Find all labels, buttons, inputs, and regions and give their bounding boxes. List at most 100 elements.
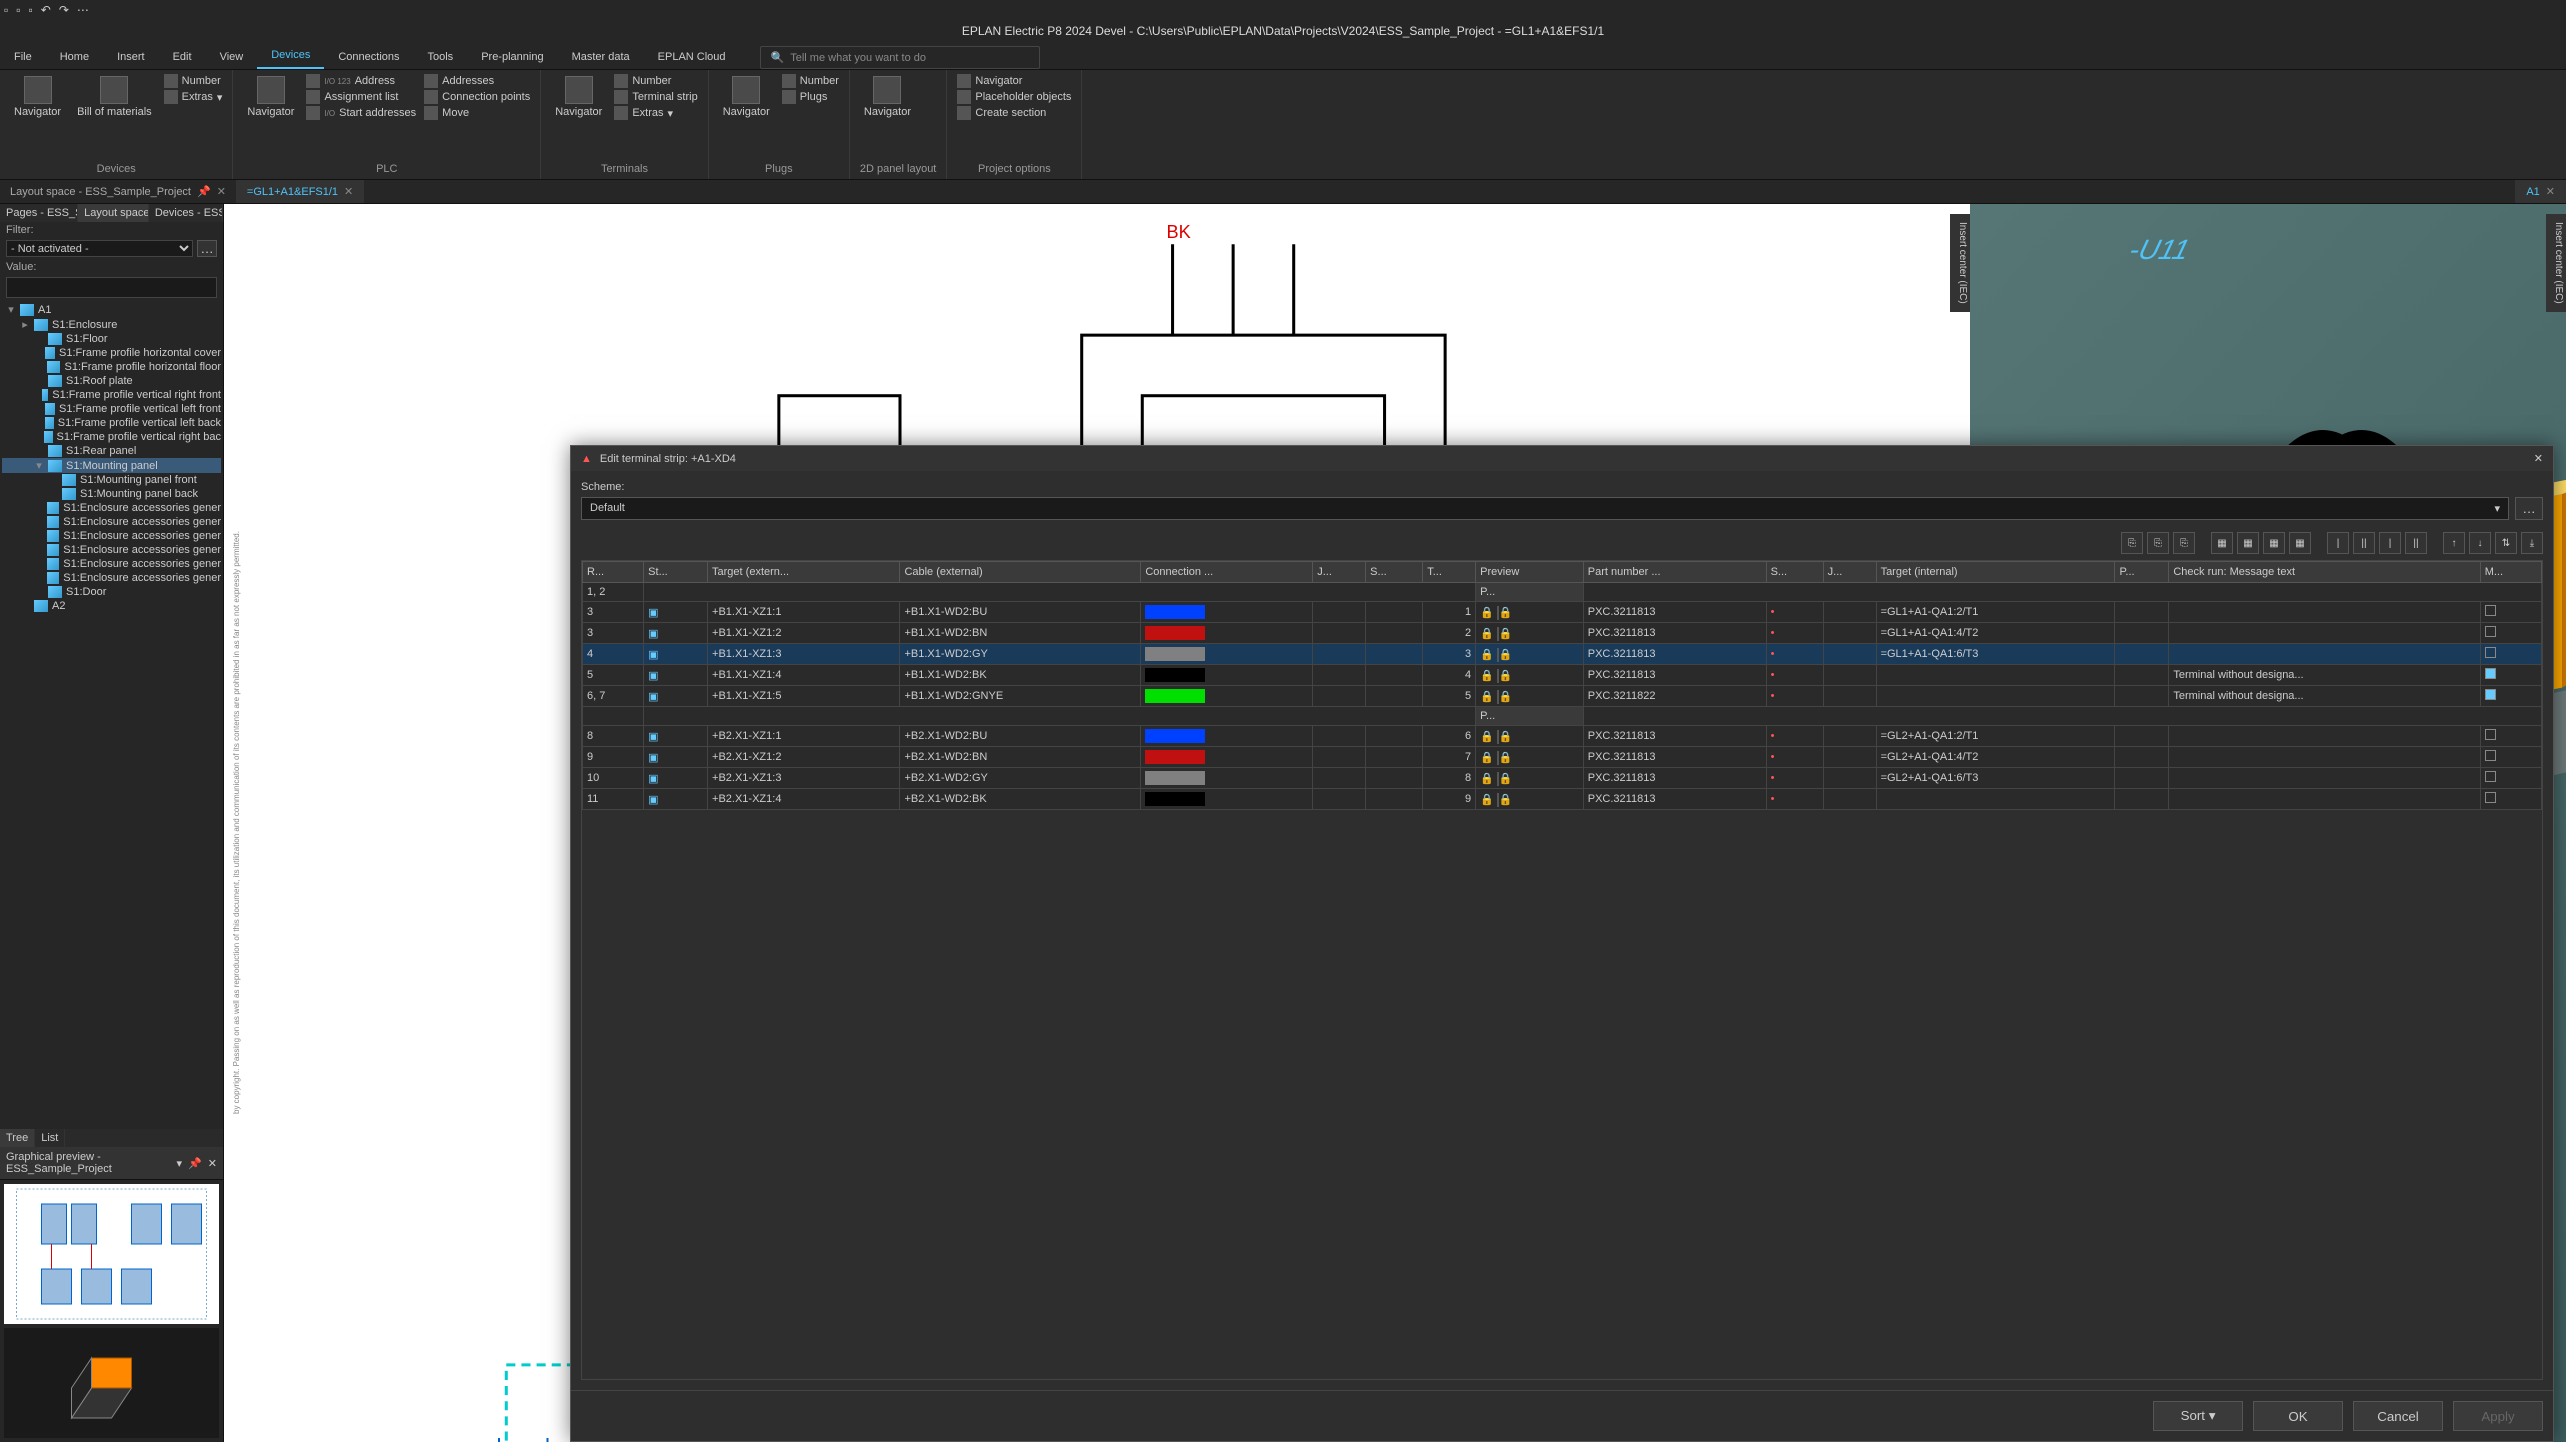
menu-tab-connections[interactable]: Connections [324, 45, 413, 69]
tree-item[interactable]: S1:Enclosure accessories gener [2, 501, 221, 515]
close-icon[interactable]: ✕ [208, 1157, 217, 1170]
menu-tab-pre-planning[interactable]: Pre-planning [467, 45, 557, 69]
scheme-more-button[interactable]: … [2515, 497, 2543, 520]
menu-tab-tools[interactable]: Tools [414, 45, 468, 69]
menu-tab-home[interactable]: Home [46, 45, 103, 69]
tree-item[interactable]: S1:Roof plate [2, 374, 221, 388]
doc-tab-schematic[interactable]: =GL1+A1&EFS1/1 ✕ [237, 180, 364, 203]
tree-item[interactable]: S1:Frame profile horizontal cover [2, 346, 221, 360]
column-header[interactable]: Connection ... [1141, 562, 1313, 583]
apply-button[interactable]: Apply [2453, 1401, 2543, 1431]
toolbar-button[interactable]: ▦ [2289, 532, 2311, 554]
ribbon-start-addresses-button[interactable]: I/O Start addresses [306, 106, 416, 120]
toolbar-button[interactable]: | [2379, 532, 2401, 554]
menu-tab-devices[interactable]: Devices [257, 43, 324, 69]
cancel-button[interactable]: Cancel [2353, 1401, 2443, 1431]
column-header[interactable]: Preview [1476, 562, 1584, 583]
table-row[interactable]: 1, 2P... [583, 583, 2542, 602]
tree-item[interactable]: S1:Door [2, 585, 221, 599]
table-row[interactable]: 6, 7▣+B1.X1-XZ1:5+B1.X1-WD2:GNYE5🔒 🔒PXC.… [583, 686, 2542, 707]
tree-item[interactable]: S1:Enclosure accessories gener [2, 529, 221, 543]
toolbar-button[interactable]: ⎘ [2173, 532, 2195, 554]
table-row[interactable]: 9▣+B2.X1-XZ1:2+B2.X1-WD2:BN7🔒 🔒PXC.32118… [583, 747, 2542, 768]
qat-open-icon[interactable]: ▫ [16, 3, 20, 17]
tree-item[interactable]: S1:Mounting panel front [2, 473, 221, 487]
insert-center-tab-3d[interactable]: Insert center (IEC) [2546, 214, 2566, 312]
column-header[interactable]: Part number ... [1583, 562, 1766, 583]
column-header[interactable]: Target (extern... [708, 562, 900, 583]
filter-more-button[interactable]: … [197, 240, 217, 257]
ribbon-navigator-button[interactable]: Navigator [10, 74, 65, 120]
close-icon[interactable]: ✕ [2534, 452, 2543, 465]
toolbar-button[interactable]: ⎘ [2147, 532, 2169, 554]
qat-redo-icon[interactable]: ↷ [59, 3, 69, 17]
column-header[interactable]: Cable (external) [900, 562, 1141, 583]
ribbon-navigator-button[interactable]: Navigator [243, 74, 298, 120]
ribbon-plugs-button[interactable]: Plugs [782, 90, 839, 104]
toolbar-button[interactable]: || [2405, 532, 2427, 554]
qat-save-icon[interactable]: ▫ [29, 3, 33, 17]
column-header[interactable]: P... [2115, 562, 2169, 583]
tree-item[interactable]: S1:Frame profile vertical right bac [2, 430, 221, 444]
column-header[interactable]: M... [2480, 562, 2541, 583]
toolbar-button[interactable]: ▦ [2263, 532, 2285, 554]
menu-tab-file[interactable]: File [0, 45, 46, 69]
column-header[interactable]: S... [1366, 562, 1423, 583]
insert-center-tab[interactable]: Insert center (IEC) [1950, 214, 1970, 312]
toolbar-button[interactable]: || [2353, 532, 2375, 554]
tree-item[interactable]: A2 [2, 599, 221, 613]
qat-more-icon[interactable]: ⋯ [77, 3, 89, 17]
nav-sub-tab[interactable]: Layout space -... [78, 204, 149, 222]
toolbar-button[interactable]: ⇅ [2495, 532, 2517, 554]
toolbar-button[interactable]: ⎘ [2121, 532, 2143, 554]
tree-item[interactable]: S1:Enclosure accessories gener [2, 515, 221, 529]
close-icon[interactable]: ✕ [344, 185, 353, 198]
table-row[interactable]: 4▣+B1.X1-XZ1:3+B1.X1-WD2:GY3🔒 🔒PXC.32118… [583, 644, 2542, 665]
table-row[interactable]: 8▣+B2.X1-XZ1:1+B2.X1-WD2:BU6🔒 🔒PXC.32118… [583, 726, 2542, 747]
scheme-select[interactable]: Default▾ [581, 497, 2509, 520]
tree-item[interactable]: S1:Enclosure accessories gener [2, 543, 221, 557]
menu-tab-master-data[interactable]: Master data [558, 45, 644, 69]
nav-sub-tab[interactable]: Pages - ESS_Sa... [0, 204, 78, 222]
doc-tab-layout[interactable]: Layout space - ESS_Sample_Project 📌 ✕ [0, 180, 237, 203]
tree-item[interactable]: S1:Rear panel [2, 444, 221, 458]
ribbon-terminal-strip-button[interactable]: Terminal strip [614, 90, 697, 104]
ribbon-placeholder-objects-button[interactable]: Placeholder objects [957, 90, 1071, 104]
table-row[interactable]: 3▣+B1.X1-XZ1:1+B1.X1-WD2:BU1🔒 🔒PXC.32118… [583, 602, 2542, 623]
close-icon[interactable]: ✕ [2546, 185, 2555, 198]
ribbon-navigator-button[interactable]: Navigator [719, 74, 774, 120]
column-header[interactable]: R... [583, 562, 644, 583]
column-header[interactable]: J... [1823, 562, 1876, 583]
preview-2d[interactable] [4, 1184, 219, 1324]
tree-item[interactable]: ▸S1:Enclosure [2, 317, 221, 332]
doc-tab-3d[interactable]: A1 ✕ [2515, 180, 2566, 203]
nav-sub-tab[interactable]: Devices - ESS_... [149, 204, 223, 222]
ribbon-navigator-button[interactable]: Navigator [551, 74, 606, 120]
ribbon-assignment-list-button[interactable]: Assignment list [306, 90, 416, 104]
view-tab-tree[interactable]: Tree [0, 1129, 35, 1147]
ribbon-navigator-button[interactable]: Navigator [860, 74, 915, 120]
ribbon-address-button[interactable]: I/O 123 Address [306, 74, 416, 88]
ribbon-extras-button[interactable]: Extras ▾ [614, 106, 697, 120]
tree-item[interactable]: S1:Frame profile vertical left front [2, 402, 221, 416]
tree-item[interactable]: ▾S1:Mounting panel [2, 458, 221, 473]
column-header[interactable]: St... [644, 562, 708, 583]
filter-select[interactable]: - Not activated - [6, 240, 193, 257]
ribbon-connection-points-button[interactable]: Connection points [424, 90, 530, 104]
qat-undo-icon[interactable]: ↶ [41, 3, 51, 17]
sort-button[interactable]: Sort [2153, 1401, 2243, 1431]
menu-tab-view[interactable]: View [206, 45, 258, 69]
ribbon-number-button[interactable]: Number [782, 74, 839, 88]
tree-root[interactable]: ▾ A1 [2, 302, 221, 317]
table-row[interactable]: 10▣+B2.X1-XZ1:3+B2.X1-WD2:GY8🔒 🔒PXC.3211… [583, 768, 2542, 789]
ribbon-number-button[interactable]: Number [164, 74, 223, 88]
terminal-grid[interactable]: R...St...Target (extern...Cable (externa… [581, 560, 2543, 1380]
tree-item[interactable]: S1:Frame profile vertical left back [2, 416, 221, 430]
device-tree[interactable]: ▾ A1 ▸S1:EnclosureS1:FloorS1:Frame profi… [0, 300, 223, 1129]
tell-me-search[interactable]: 🔍Tell me what you want to do [760, 46, 1040, 69]
ribbon-bill-of-materials-button[interactable]: Bill of materials [73, 74, 156, 120]
table-row[interactable]: P... [583, 707, 2542, 726]
value-input[interactable] [6, 277, 217, 298]
tree-item[interactable]: S1:Mounting panel back [2, 487, 221, 501]
toolbar-button[interactable]: ↓ [2469, 532, 2491, 554]
